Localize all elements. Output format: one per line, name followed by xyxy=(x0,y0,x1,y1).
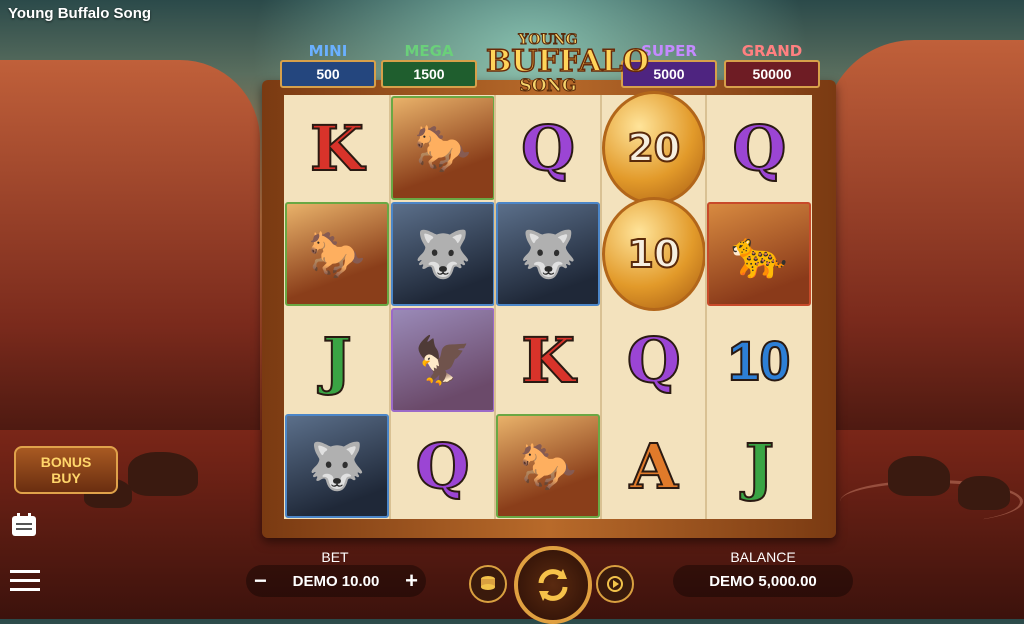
jackpot-mega: MEGA 1500 xyxy=(381,42,477,88)
reel-cell: 10 xyxy=(707,308,811,412)
symbol-k: K xyxy=(309,111,365,186)
spin-button[interactable] xyxy=(514,546,592,624)
reel-cell: 🐺 xyxy=(285,414,389,518)
symbol-q: Q xyxy=(415,429,471,504)
balance-display: DEMO 5,000.00 xyxy=(673,565,853,597)
balance-label: BALANCE xyxy=(730,549,796,565)
coin-symbol: 10 xyxy=(601,197,706,311)
wolf-glyph: 🐺 xyxy=(519,228,577,280)
coin-stack-icon[interactable] xyxy=(469,565,507,603)
logo-line3: SONG xyxy=(519,76,577,97)
wolf-icon: 🐺 xyxy=(496,202,601,306)
jackpot-name: MINI xyxy=(308,42,348,60)
bet-value: DEMO 10.00 xyxy=(292,572,380,590)
symbol-q: Q xyxy=(731,111,787,186)
bet-increase-button[interactable]: + xyxy=(405,568,418,594)
symbol-q: Q xyxy=(520,111,576,186)
left-canyon xyxy=(0,60,260,440)
menu-icon[interactable] xyxy=(10,570,40,597)
symbol-ten: 10 xyxy=(727,328,791,393)
buffalo-silhouette xyxy=(888,456,950,496)
reel-cell: 🐺 xyxy=(496,202,601,306)
jackpot-value: 500 xyxy=(280,60,376,88)
reel-cell: K xyxy=(285,96,389,200)
symbol-k: K xyxy=(520,323,576,398)
reel-divider xyxy=(494,95,497,519)
jackpot-value: 1500 xyxy=(381,60,477,88)
reel-cell: 🐆 xyxy=(707,202,812,306)
reel-cell: Q xyxy=(707,96,811,200)
bonus-buy-line2: BUY xyxy=(51,470,81,486)
reel-cell: K xyxy=(496,308,600,412)
reel-divider xyxy=(388,95,391,519)
bonus-buy-button[interactable]: BONUS BUY xyxy=(14,446,118,494)
reel-grid: K 🐎 J 🐺 🐎 🐺 🦅 Q Q 🐺 K 🐎 20 10 Q A Q 🐆 10 J xyxy=(284,91,812,519)
right-canyon xyxy=(824,40,1024,440)
bet-control: − DEMO 10.00 + xyxy=(246,565,426,597)
wolf-icon: 🐺 xyxy=(390,202,495,306)
logo-line2: BUFFALO xyxy=(485,44,649,79)
eagle-glyph: 🦅 xyxy=(413,334,472,386)
cougar-icon: 🐆 xyxy=(707,202,812,306)
symbol-j: J xyxy=(744,429,775,504)
jackpot-mini: MINI 500 xyxy=(280,42,376,88)
history-icon[interactable] xyxy=(10,512,38,543)
buffalo-silhouette xyxy=(128,452,198,496)
coin-value: 20 xyxy=(626,125,681,171)
jackpot-name: GRAND xyxy=(741,42,803,60)
reel-cell: 10 xyxy=(601,197,706,311)
horse-glyph: 🐎 xyxy=(413,122,472,174)
symbol-q: Q xyxy=(626,323,682,398)
balance-value: DEMO 5,000.00 xyxy=(709,572,817,590)
coin-symbol: 20 xyxy=(601,91,706,205)
reel-cell: 🐎 xyxy=(390,96,495,200)
cougar-glyph: 🐆 xyxy=(730,228,789,280)
reel-cell: Q xyxy=(496,96,600,200)
spin-icon xyxy=(538,569,568,601)
symbol-j: J xyxy=(321,323,352,398)
wolf-glyph: 🐺 xyxy=(308,440,366,492)
reel-cell: 🐎 xyxy=(496,414,601,518)
reel-cell: 20 xyxy=(601,91,706,205)
bonus-buy-line1: BONUS xyxy=(40,454,92,470)
bet-decrease-button[interactable]: − xyxy=(254,568,267,594)
horse-glyph: 🐎 xyxy=(519,440,577,492)
reel-cell: Q xyxy=(391,414,495,518)
eagle-icon: 🦅 xyxy=(390,308,495,412)
jackpot-value: 50000 xyxy=(724,60,820,88)
jackpot-name: MEGA xyxy=(404,42,454,60)
autoplay-icon[interactable] xyxy=(596,565,634,603)
reel-cell: 🦅 xyxy=(390,308,495,412)
horse-icon: 🐎 xyxy=(285,202,389,306)
symbol-a: A xyxy=(629,429,679,504)
wolf-icon: 🐺 xyxy=(285,414,389,518)
reel-cell: A xyxy=(602,414,706,518)
reel-cell: Q xyxy=(602,308,706,412)
reel-divider xyxy=(705,95,708,519)
game-logo: YOUNG BUFFALO SONG xyxy=(485,16,649,106)
reel-cell: J xyxy=(285,308,389,412)
coin-value: 10 xyxy=(626,231,681,277)
app-title: Young Buffalo Song xyxy=(8,5,152,22)
horse-glyph: 🐎 xyxy=(308,228,366,280)
bet-label: BET xyxy=(321,549,349,565)
reel-cell: J xyxy=(707,414,811,518)
reel-cell: 🐎 xyxy=(285,202,389,306)
horse-icon: 🐎 xyxy=(390,96,495,200)
reel-cell: 🐺 xyxy=(390,202,495,306)
reel-divider xyxy=(599,95,602,519)
jackpot-grand: GRAND 50000 xyxy=(724,42,820,88)
horse-icon: 🐎 xyxy=(496,414,601,518)
buffalo-silhouette xyxy=(958,476,1010,510)
wolf-glyph: 🐺 xyxy=(413,228,472,280)
